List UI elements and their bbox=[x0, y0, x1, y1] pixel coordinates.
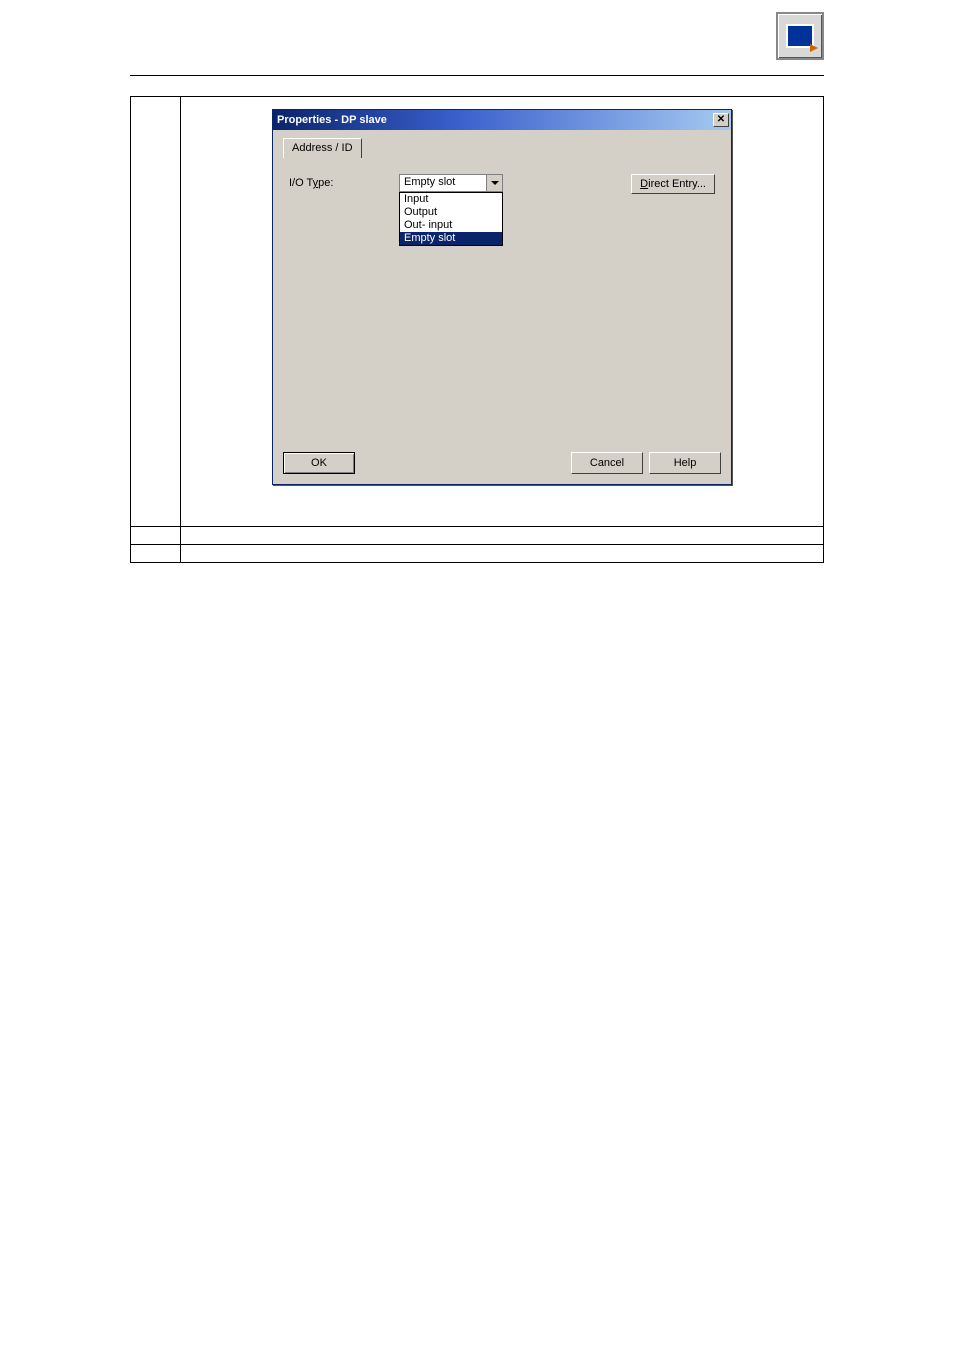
app-logo-icon bbox=[776, 12, 824, 60]
close-icon: ✕ bbox=[717, 114, 725, 125]
combo-box[interactable]: Empty slot bbox=[399, 174, 503, 192]
combo-option-empty-slot[interactable]: Empty slot bbox=[400, 232, 502, 245]
dialog-titlebar[interactable]: Properties - DP slave ✕ bbox=[273, 110, 731, 130]
combo-selected-text: Empty slot bbox=[400, 175, 486, 191]
dialog-title: Properties - DP slave bbox=[277, 114, 387, 126]
tabstrip: Address / ID bbox=[283, 136, 721, 158]
close-button[interactable]: ✕ bbox=[713, 113, 729, 127]
help-button[interactable]: Help bbox=[649, 452, 721, 474]
divider bbox=[130, 75, 824, 76]
empty-cell bbox=[131, 545, 181, 563]
tab-label: Address / ID bbox=[292, 142, 353, 154]
combo-dropdown-list: Input Output Out- input Empty slot bbox=[399, 192, 503, 246]
dialog-button-row: OK Cancel Help bbox=[283, 452, 721, 474]
combo-option-input[interactable]: Input bbox=[400, 193, 502, 206]
direct-entry-button[interactable]: Direct Entry... bbox=[631, 174, 715, 194]
combo-option-output[interactable]: Output bbox=[400, 206, 502, 219]
chevron-down-icon bbox=[491, 181, 499, 185]
io-type-row: I/O Type: Empty slot bbox=[283, 158, 721, 194]
empty-cell bbox=[131, 527, 181, 545]
io-type-label: I/O Type: bbox=[289, 174, 399, 189]
dialog-properties-dp-slave: Properties - DP slave ✕ Address / ID bbox=[272, 109, 732, 485]
ok-button[interactable]: OK bbox=[283, 452, 355, 474]
dialog-body: Address / ID I/O Type: Empty slot bbox=[273, 130, 731, 484]
tab-panel: I/O Type: Empty slot bbox=[283, 158, 721, 458]
combo-option-out-input[interactable]: Out- input bbox=[400, 219, 502, 232]
empty-cell bbox=[181, 527, 824, 545]
io-type-combo[interactable]: Empty slot Input Output Out- input bbox=[399, 174, 503, 192]
content-table: Properties - DP slave ✕ Address / ID bbox=[130, 96, 824, 563]
right-cell: Properties - DP slave ✕ Address / ID bbox=[181, 97, 824, 527]
left-cell bbox=[131, 97, 181, 527]
combo-dropdown-button[interactable] bbox=[486, 175, 502, 191]
tab-address-id[interactable]: Address / ID bbox=[283, 138, 362, 158]
cancel-button[interactable]: Cancel bbox=[571, 452, 643, 474]
empty-cell bbox=[181, 545, 824, 563]
